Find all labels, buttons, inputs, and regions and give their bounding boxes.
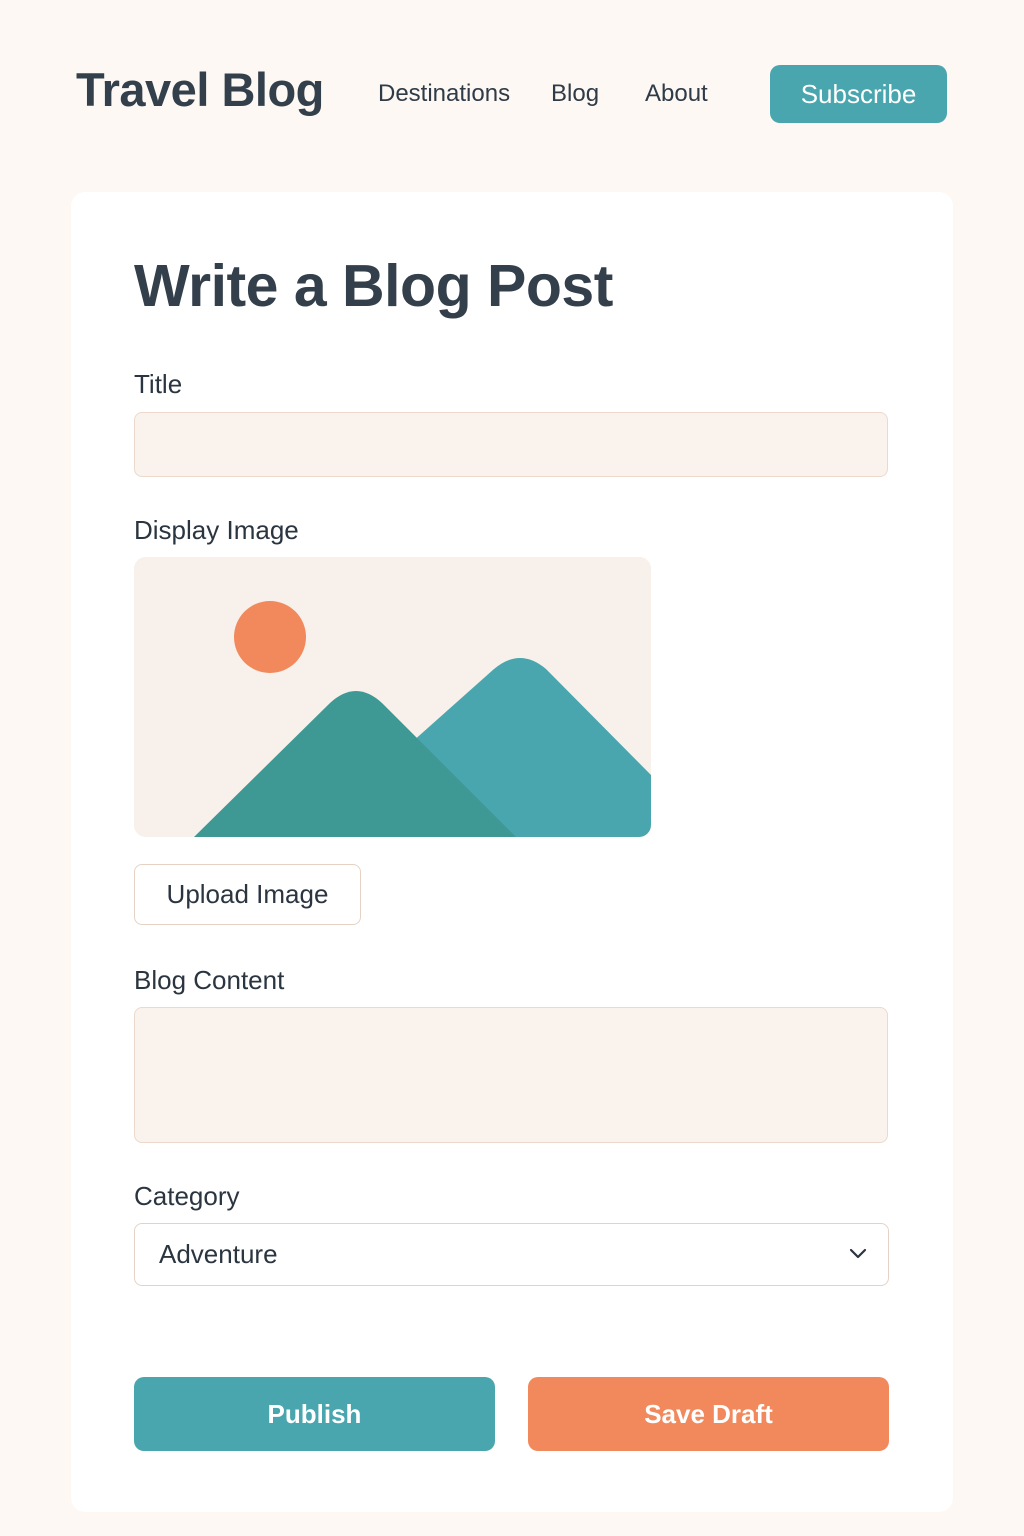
- blog-content-label: Blog Content: [134, 965, 285, 995]
- chevron-down-icon: [849, 1248, 867, 1259]
- post-editor-card: [71, 192, 953, 1512]
- mountain-landscape-placeholder-icon: [134, 557, 651, 837]
- display-image-label: Display Image: [134, 515, 299, 545]
- nav-link-about[interactable]: About: [645, 80, 708, 108]
- nav-link-blog[interactable]: Blog: [551, 80, 599, 108]
- category-select[interactable]: Adventure: [134, 1223, 889, 1286]
- save-draft-button[interactable]: Save Draft: [528, 1377, 889, 1451]
- display-image-preview: [134, 557, 651, 837]
- category-selected-value: Adventure: [159, 1239, 278, 1269]
- subscribe-button[interactable]: Subscribe: [770, 65, 947, 123]
- publish-button[interactable]: Publish: [134, 1377, 495, 1451]
- nav-link-destinations[interactable]: Destinations: [378, 80, 510, 108]
- category-label: Category: [134, 1181, 240, 1211]
- site-header: Travel Blog Destinations Blog About Subs…: [0, 0, 1024, 190]
- blog-content-textarea[interactable]: [134, 1007, 888, 1143]
- title-input[interactable]: [134, 412, 888, 477]
- upload-image-button[interactable]: Upload Image: [134, 864, 361, 925]
- page-title: Write a Blog Post: [134, 253, 613, 319]
- title-label: Title: [134, 369, 183, 399]
- site-logo[interactable]: Travel Blog: [76, 62, 324, 117]
